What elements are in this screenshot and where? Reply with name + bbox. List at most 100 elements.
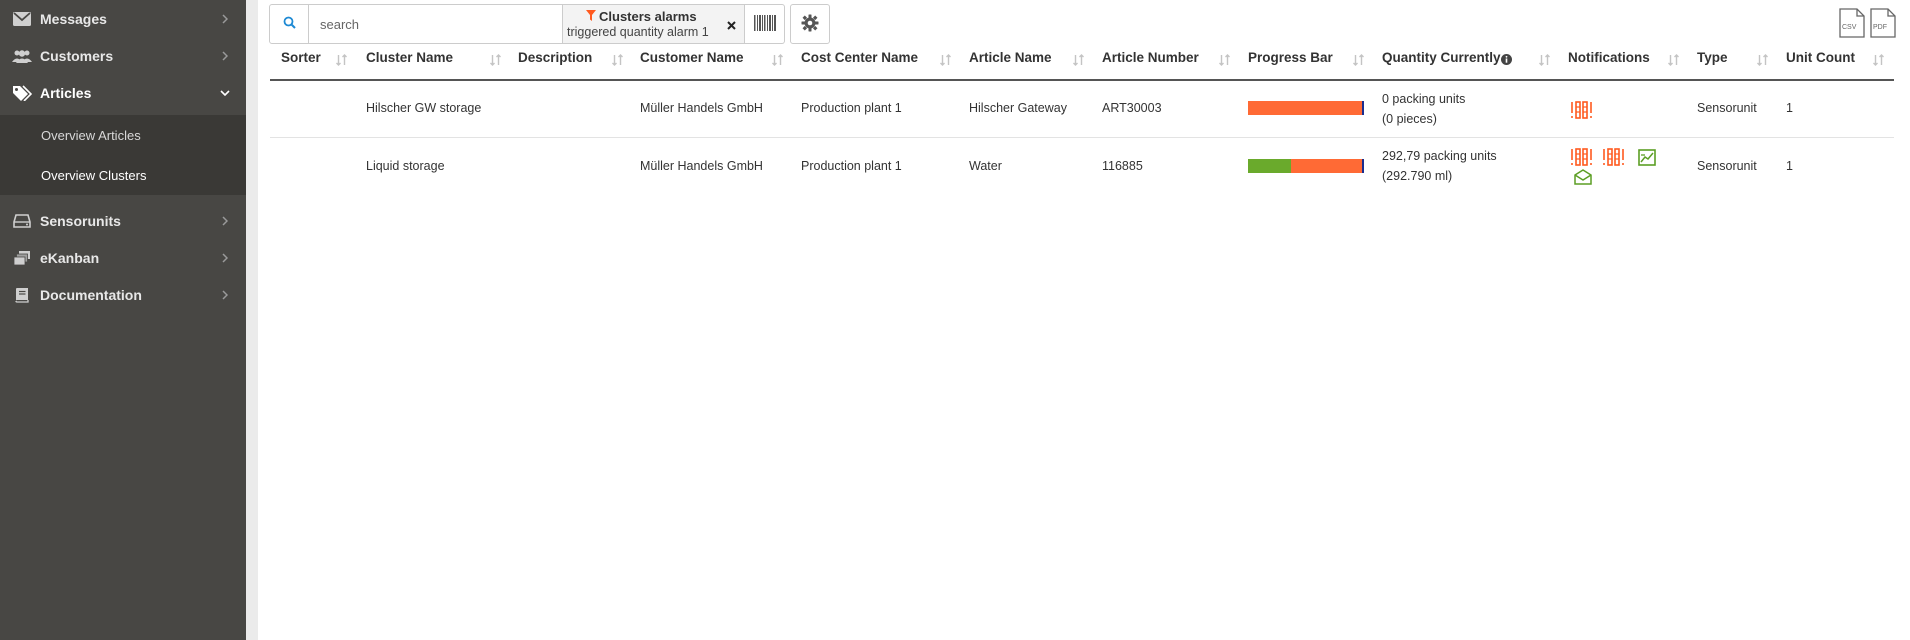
sidebar-item-label: Customers (40, 47, 114, 64)
sort-icon[interactable] (336, 54, 347, 69)
content-panel (258, 0, 1910, 640)
column-header-notifications[interactable]: Notifications (1568, 50, 1650, 70)
cell-article-name: Hilscher Gateway (969, 101, 1067, 115)
column-header-description[interactable]: Description (518, 50, 592, 70)
progress-bar-marker (1361, 159, 1364, 173)
barcode-icon (753, 14, 776, 34)
chevron-down-icon (220, 88, 230, 98)
filter-icon (586, 10, 596, 24)
sidebar-subitem-label: Overview Articles (41, 127, 141, 143)
sidebar-item-label: Messages (40, 10, 107, 27)
chevron-right-icon (220, 252, 230, 263)
row-divider (270, 137, 1894, 138)
sidebar: Messages Customers Articles Overview Art… (0, 0, 246, 640)
cell-article-number: ART30003 (1102, 101, 1162, 115)
sort-icon[interactable] (1353, 54, 1364, 69)
sort-icon[interactable] (1539, 54, 1550, 69)
pdf-label: PDF (1873, 24, 1887, 31)
active-filter-chip[interactable]: Clusters alarms triggered quantity alarm… (563, 4, 745, 44)
sort-icon[interactable] (1668, 54, 1679, 69)
chevron-right-icon (220, 50, 230, 61)
progress-bar (1248, 159, 1364, 173)
header-divider (270, 79, 1894, 81)
sort-icon[interactable] (772, 54, 783, 69)
quantity-alarm-icon[interactable] (1570, 147, 1594, 170)
sort-icon[interactable] (1219, 54, 1230, 69)
csv-label: CSV (1842, 24, 1857, 31)
cell-customer-name: Müller Handels GmbH (640, 101, 763, 115)
chart-report-icon[interactable] (1638, 149, 1656, 169)
cell-cost-center: Production plant 1 (801, 159, 902, 173)
hard-drive-icon (12, 213, 32, 229)
envelope-icon (12, 11, 32, 27)
filter-title: Clusters alarms (599, 9, 697, 24)
cell-article-number: 116885 (1102, 159, 1143, 173)
sidebar-item-sensorunits[interactable]: Sensorunits (0, 202, 246, 239)
search-icon (283, 16, 296, 32)
export-csv-button[interactable]: CSV (1839, 8, 1865, 38)
sidebar-item-ekanban[interactable]: eKanban (0, 239, 246, 276)
sort-icon[interactable] (1873, 54, 1884, 69)
export-pdf-button[interactable]: PDF (1870, 8, 1896, 38)
sidebar-item-label: Articles (40, 84, 92, 101)
progress-bar (1248, 101, 1364, 115)
column-header-customer-name[interactable]: Customer Name (640, 50, 744, 70)
sort-icon[interactable] (1073, 54, 1084, 69)
sidebar-item-label: Documentation (40, 286, 142, 303)
sidebar-item-articles[interactable]: Articles (0, 74, 246, 111)
column-header-type[interactable]: Type (1697, 50, 1728, 70)
sidebar-item-messages[interactable]: Messages (0, 0, 246, 37)
sidebar-subitem-label: Overview Clusters (41, 167, 147, 183)
email-notification-icon[interactable] (1574, 169, 1592, 188)
column-header-progress-bar[interactable]: Progress Bar (1248, 50, 1333, 70)
cell-quantity-pieces: (292.790 ml) (1382, 169, 1453, 183)
tags-icon (12, 84, 32, 101)
sort-icon[interactable] (940, 54, 951, 69)
cell-cluster-name[interactable]: Liquid storage (366, 159, 445, 173)
cell-quantity-pieces: (0 pieces) (1382, 112, 1437, 126)
close-icon[interactable] (727, 19, 736, 33)
sort-icon[interactable] (1757, 54, 1768, 69)
chevron-right-icon (220, 215, 230, 226)
layers-icon (12, 250, 32, 266)
cell-customer-name: Müller Handels GmbH (640, 159, 763, 173)
sidebar-item-customers[interactable]: Customers (0, 37, 246, 74)
sidebar-item-label: eKanban (40, 249, 100, 266)
main-content (246, 0, 1910, 640)
column-header-cost-center-name[interactable]: Cost Center Name (801, 50, 918, 70)
cell-type: Sensorunit (1697, 159, 1757, 173)
search-input[interactable] (309, 4, 563, 44)
search-button[interactable] (269, 4, 309, 44)
gear-icon (801, 14, 819, 35)
filter-value: triggered quantity alarm 1 (567, 25, 709, 39)
sidebar-subitem-overview-clusters[interactable]: Overview Clusters (0, 155, 246, 195)
cell-type: Sensorunit (1697, 101, 1757, 115)
table-toolbar: Clusters alarms triggered quantity alarm… (269, 4, 785, 44)
cell-quantity-units: 0 packing units (1382, 92, 1466, 106)
column-header-cluster-name[interactable]: Cluster Name (366, 50, 453, 70)
column-header-article-number[interactable]: Article Number (1102, 50, 1199, 70)
barcode-scan-button[interactable] (745, 4, 785, 44)
info-icon (1501, 53, 1512, 68)
settings-button[interactable] (790, 4, 830, 44)
chevron-right-icon (220, 13, 230, 24)
cell-article-name: Water (969, 159, 1002, 173)
book-icon (12, 287, 32, 303)
cell-unit-count: 1 (1786, 159, 1793, 173)
sidebar-item-documentation[interactable]: Documentation (0, 276, 246, 313)
chevron-right-icon (220, 289, 230, 300)
sort-icon[interactable] (612, 54, 623, 69)
cell-cluster-name[interactable]: Hilscher GW storage (366, 101, 481, 115)
column-header-article-name[interactable]: Article Name (969, 50, 1052, 70)
quantity-alarm-icon[interactable] (1570, 100, 1594, 123)
column-header-quantity-currently[interactable]: Quantity Currently (1382, 50, 1501, 70)
sort-icon[interactable] (490, 54, 501, 69)
quantity-alarm-icon[interactable] (1602, 147, 1626, 170)
column-header-sorter[interactable]: Sorter (281, 50, 321, 70)
cell-unit-count: 1 (1786, 101, 1793, 115)
sidebar-item-label: Sensorunits (40, 212, 121, 229)
progress-bar-fill-alarm (1291, 159, 1362, 173)
column-header-unit-count[interactable]: Unit Count (1786, 50, 1855, 70)
sidebar-subitem-overview-articles[interactable]: Overview Articles (0, 115, 246, 155)
progress-bar-fill-ok (1248, 159, 1292, 173)
